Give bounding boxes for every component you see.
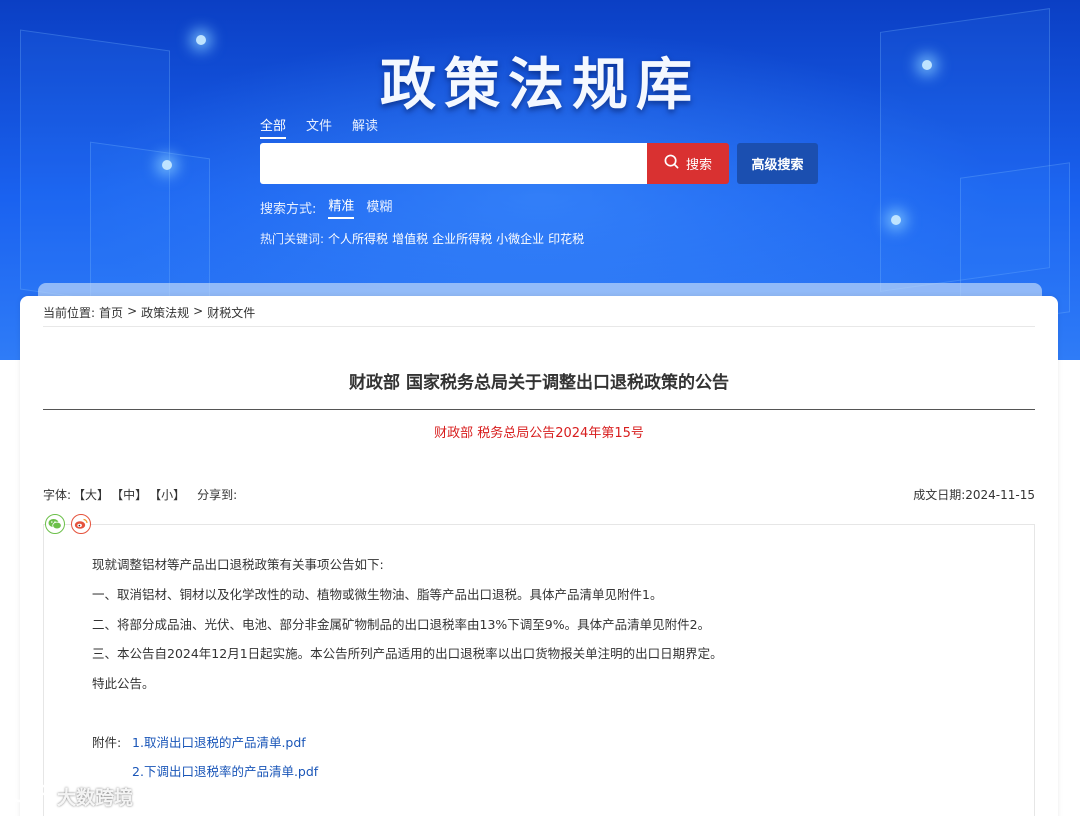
- watermark-logo-icon: [10, 782, 52, 811]
- paragraph: 二、将部分成品油、光伏、电池、部分非金属矿物制品的出口退税率由13%下调至9%。…: [92, 617, 711, 632]
- paragraph: 一、取消铝材、铜材以及化学改性的动、植物或微生物油、脂等产品出口退税。具体产品清…: [92, 587, 663, 602]
- paragraph: 特此公告。: [92, 676, 155, 691]
- paragraph: 现就调整铝材等产品出口退税政策有关事项公告如下:: [92, 557, 384, 572]
- document-title: 财政部 国家税务总局关于调整出口退税政策的公告: [349, 373, 729, 393]
- date-label: 成文日期:: [913, 488, 966, 502]
- mode-exact[interactable]: 精准: [328, 195, 355, 219]
- watermark-text: 大数跨境: [57, 787, 134, 809]
- search-input[interactable]: [260, 143, 648, 184]
- tab-documents[interactable]: 文件: [306, 115, 332, 139]
- site-title: 政策法规库: [380, 52, 700, 118]
- date-value: 2024-11-15: [965, 488, 1035, 502]
- document-card: 当前位置: 首页 > 政策法规 > 财税文件 财政部 国家税务总局关于调整出口退…: [20, 296, 1058, 816]
- font-size-toolbar: 字体: 【大】 【中】 【小】 分享到:: [43, 486, 237, 503]
- hot-keyword[interactable]: 小微企业: [496, 230, 544, 247]
- divider: [43, 409, 1035, 410]
- breadcrumb-policies[interactable]: 政策法规: [141, 304, 189, 321]
- font-size-large[interactable]: 【大】: [73, 486, 109, 503]
- attachments-label: 附件:: [92, 735, 122, 750]
- font-size-medium[interactable]: 【中】: [111, 486, 147, 503]
- hot-keyword[interactable]: 增值税: [392, 230, 428, 247]
- mode-fuzzy[interactable]: 模糊: [366, 196, 392, 218]
- hot-keyword[interactable]: 企业所得税: [432, 230, 492, 247]
- advanced-search-button[interactable]: 高级搜索: [737, 143, 818, 184]
- divider: [43, 326, 1035, 327]
- banner-light: [162, 160, 172, 170]
- paragraph: 三、本公告自2024年12月1日起实施。本公告所列产品适用的出口退税率以出口货物…: [92, 646, 723, 661]
- document-number: 财政部 税务总局公告2024年第15号: [434, 426, 644, 441]
- weibo-icon[interactable]: [71, 514, 91, 534]
- breadcrumb-separator: >: [193, 304, 204, 318]
- search-icon: [664, 154, 679, 173]
- share-buttons: [45, 514, 91, 534]
- attachment-name: 取消出口退税的产品清单.pdf: [143, 735, 306, 750]
- font-size-label: 字体:: [43, 488, 72, 502]
- breadcrumb: 当前位置: 首页 > 政策法规 > 财税文件: [43, 304, 255, 321]
- breadcrumb-current[interactable]: 财税文件: [207, 304, 255, 321]
- search-button-label: 搜索: [685, 158, 712, 173]
- attachment-number: 2.: [132, 764, 144, 779]
- tab-interpretations[interactable]: 解读: [352, 115, 378, 139]
- attachment-link[interactable]: 2.下调出口退税率的产品清单.pdf: [132, 761, 318, 780]
- attachment-number: 1.: [132, 735, 144, 750]
- hot-keyword[interactable]: 个人所得税: [328, 230, 388, 247]
- breadcrumb-home[interactable]: 首页: [99, 304, 123, 321]
- share-label: 分享到:: [197, 488, 238, 502]
- breadcrumb-label: 当前位置:: [43, 306, 96, 320]
- breadcrumb-separator: >: [127, 304, 138, 318]
- search-mode: 搜索方式: 精准 模糊: [260, 195, 392, 219]
- hot-keyword[interactable]: 印花税: [548, 230, 584, 247]
- font-size-small[interactable]: 【小】: [149, 486, 185, 503]
- search-tabs: 全部 文件 解读: [260, 115, 378, 139]
- banner-light: [891, 215, 901, 225]
- search-mode-label: 搜索方式:: [260, 201, 317, 217]
- document-date: 成文日期:2024-11-15: [913, 486, 1035, 503]
- watermark: 大数跨境: [10, 782, 133, 811]
- wechat-icon[interactable]: [45, 514, 65, 534]
- hot-keywords-label: 热门关键词:: [260, 232, 325, 246]
- tab-all[interactable]: 全部: [260, 115, 287, 139]
- hot-keywords: 热门关键词: 个人所得税 增值税 企业所得税 小微企业 印花税: [260, 230, 584, 247]
- attachment-name: 下调出口退税率的产品清单.pdf: [143, 764, 319, 779]
- attachment-link[interactable]: 1.取消出口退税的产品清单.pdf: [132, 732, 306, 751]
- search-button[interactable]: 搜索: [647, 143, 729, 184]
